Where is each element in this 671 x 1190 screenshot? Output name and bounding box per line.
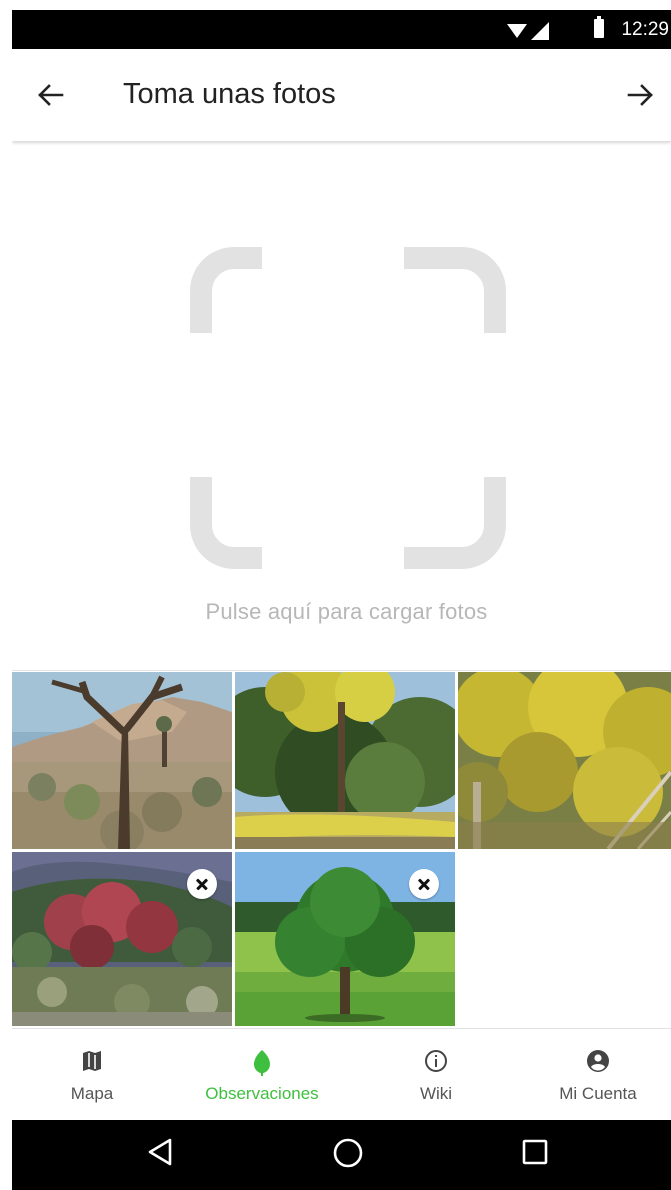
battery-icon xyxy=(594,16,604,38)
info-icon xyxy=(425,1050,447,1072)
divider xyxy=(12,670,671,671)
arrow-right-icon[interactable] xyxy=(625,79,657,111)
remove-photo-button[interactable] xyxy=(187,869,217,899)
yellow-tree-photo xyxy=(235,672,455,849)
back-triangle-icon[interactable] xyxy=(147,1137,173,1167)
status-bar: 12:29 xyxy=(12,10,671,49)
wifi-icon xyxy=(507,24,527,38)
nav-label: Wiki xyxy=(419,1084,453,1103)
app-bar: Toma unas fotos xyxy=(12,49,671,141)
acacia-photo xyxy=(458,672,671,849)
status-time: 12:29 xyxy=(621,19,669,40)
remove-photo-button[interactable] xyxy=(409,869,439,899)
nav-label: Observaciones xyxy=(205,1084,319,1103)
photo-thumbnail[interactable] xyxy=(12,852,232,1026)
nav-item-wiki[interactable]: Wiki xyxy=(386,1029,486,1120)
system-navigation-bar xyxy=(12,1120,671,1190)
app-screen: 12:29 Toma unas fotos Pulse aquí para ca… xyxy=(12,10,671,1190)
account-icon xyxy=(587,1050,609,1072)
joshua-tree-photo xyxy=(12,672,232,849)
nav-label: Mapa xyxy=(70,1084,114,1103)
leaf-icon xyxy=(254,1050,270,1076)
page-title: Toma unas fotos xyxy=(123,78,336,110)
arrow-left-icon[interactable] xyxy=(34,79,66,111)
map-icon xyxy=(83,1051,101,1071)
signal-icon xyxy=(531,22,549,40)
photo-thumbnail[interactable] xyxy=(235,672,455,849)
home-circle-icon[interactable] xyxy=(332,1137,364,1169)
photo-thumbnail[interactable] xyxy=(458,672,671,849)
photo-thumbnail[interactable] xyxy=(235,852,455,1026)
recents-square-icon[interactable] xyxy=(522,1139,548,1165)
image-frame-icon xyxy=(190,247,506,569)
upload-hint: Pulse aquí para cargar fotos xyxy=(205,599,488,624)
nav-item-mi-cuenta[interactable]: Mi Cuenta xyxy=(548,1029,648,1120)
photo-thumbnail[interactable] xyxy=(12,672,232,849)
bottom-navigation: Mapa Observaciones Wiki Mi Cuenta xyxy=(12,1028,671,1120)
nav-item-mapa[interactable]: Mapa xyxy=(42,1029,142,1120)
photo-upload-area[interactable]: Pulse aquí para cargar fotos xyxy=(12,141,671,671)
nav-item-observaciones[interactable]: Observaciones xyxy=(192,1029,332,1120)
nav-label: Mi Cuenta xyxy=(559,1084,637,1103)
